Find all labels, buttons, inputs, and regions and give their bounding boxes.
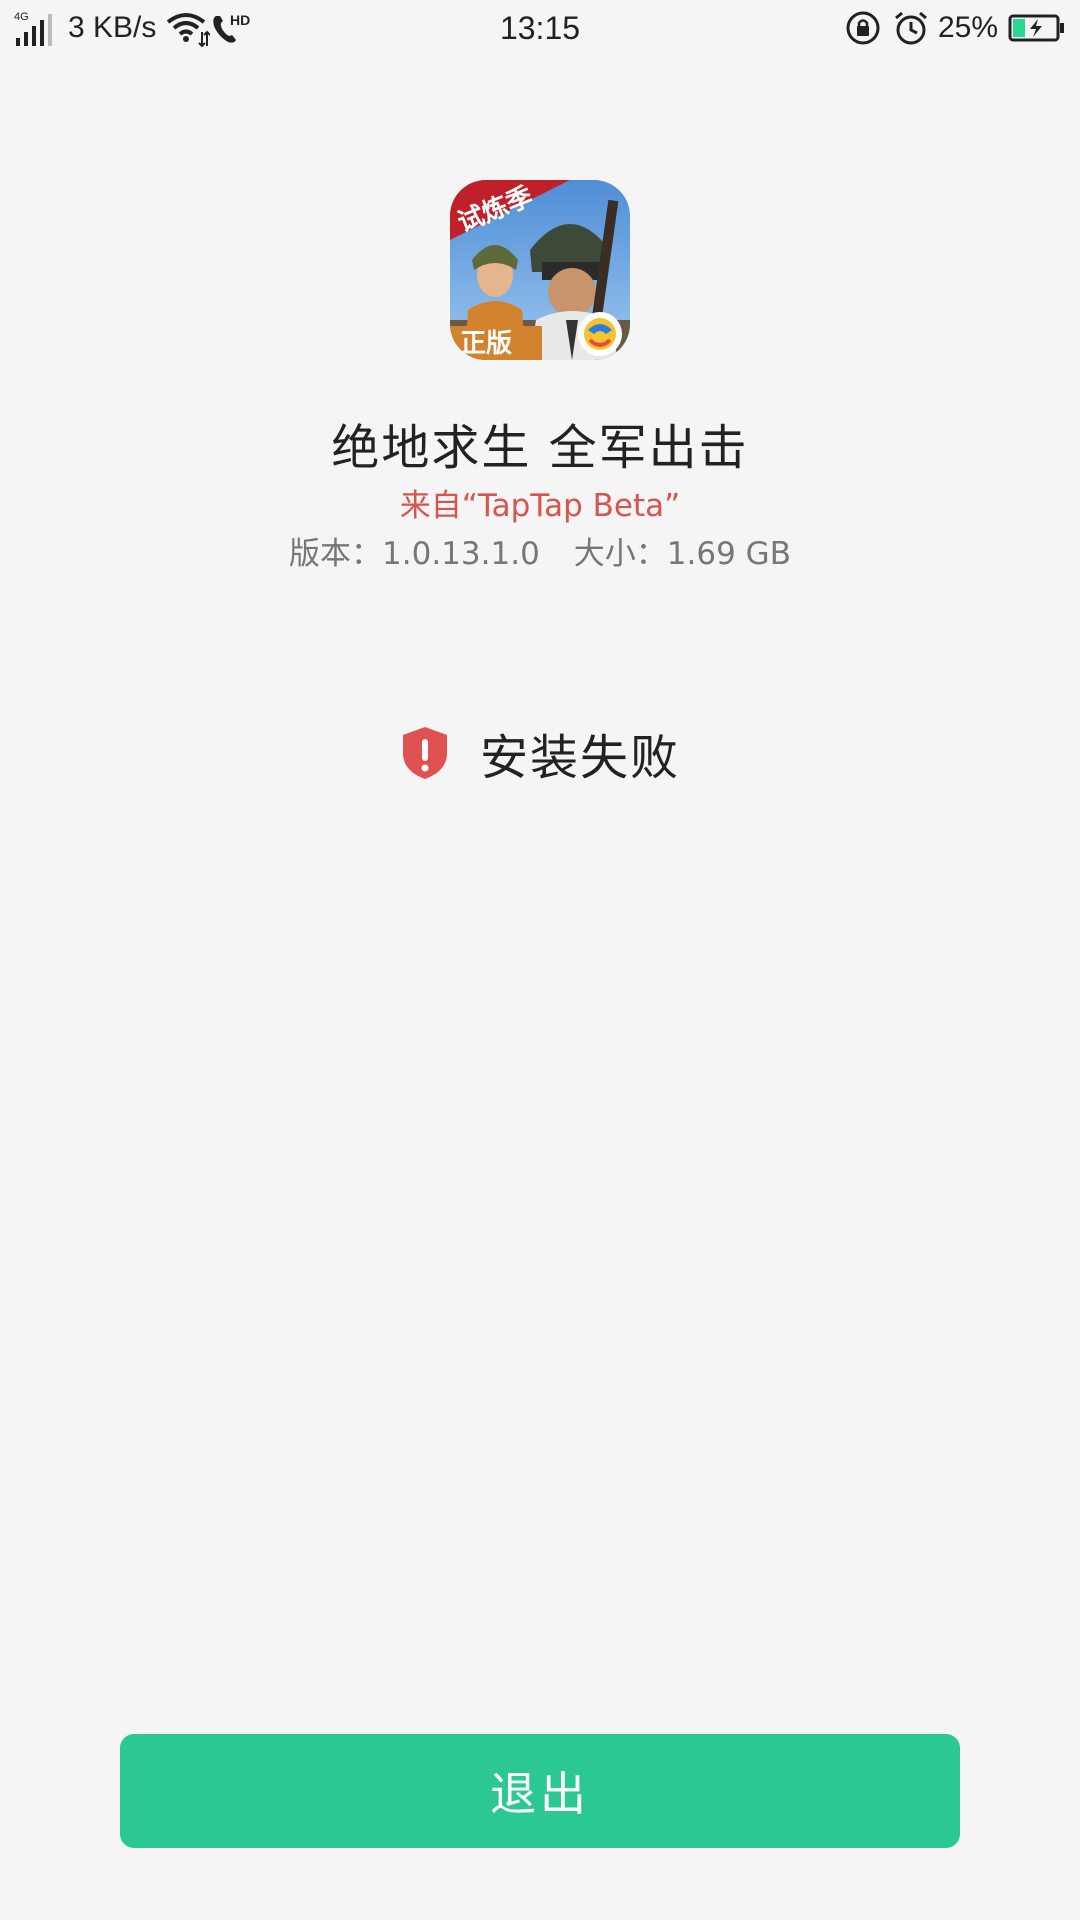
battery-percent: 25% xyxy=(937,11,998,44)
status-bar: 4G 3 KB/s HD 13:15 25% xyxy=(0,0,1080,56)
icon-badge-bottom: 正版 xyxy=(460,329,512,359)
status-bar-right: 25% xyxy=(844,8,1066,48)
app-source: 来自“TapTap Beta” xyxy=(399,488,681,524)
install-status: 安装失败 xyxy=(0,718,1080,788)
shield-alert-icon xyxy=(400,725,450,781)
install-result-screen: 4G 3 KB/s HD 13:15 25% 试炼季 正版 绝地求生 全军出击 … xyxy=(0,0,1080,1920)
exit-button[interactable]: 退出 xyxy=(120,1734,960,1848)
app-size: 大小：1.69 GB xyxy=(573,536,791,572)
app-name: 绝地求生 全军出击 xyxy=(331,420,749,476)
install-status-text: 安装失败 xyxy=(479,730,680,786)
rotation-lock-icon xyxy=(844,9,882,47)
app-meta: 版本：1.0.13.1.0 大小：1.69 GB xyxy=(0,528,1080,573)
app-icon: 试炼季 正版 xyxy=(450,180,630,360)
alarm-icon xyxy=(892,9,930,47)
battery-charging-icon xyxy=(1008,12,1066,44)
app-version: 版本：1.0.13.1.0 xyxy=(289,536,540,572)
